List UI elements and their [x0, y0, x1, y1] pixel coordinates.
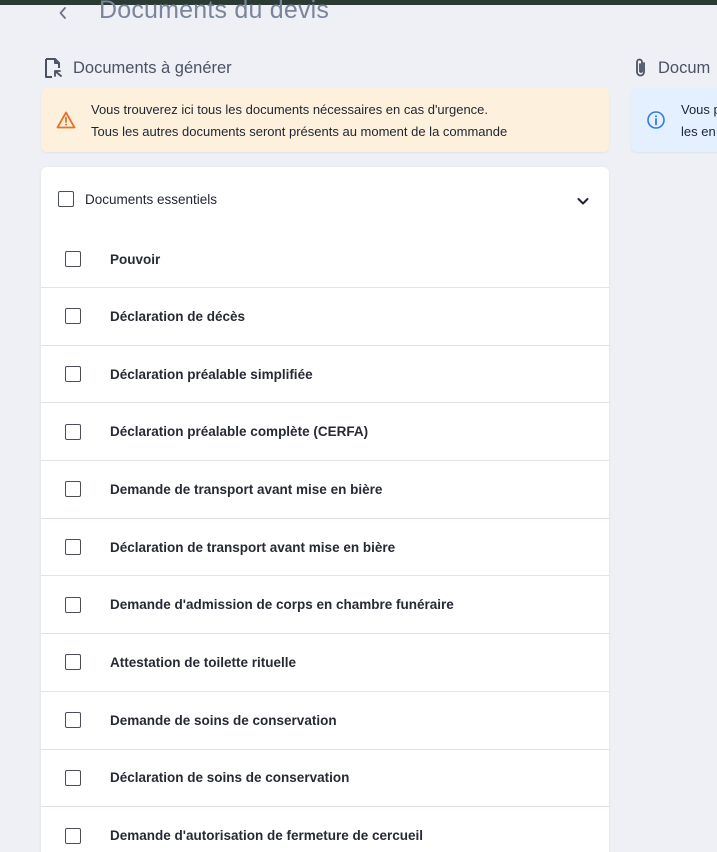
chevron-down-icon[interactable]	[575, 193, 591, 209]
document-checkbox[interactable]	[65, 251, 81, 267]
document-row[interactable]: Demande d'autorisation de fermeture de c…	[41, 807, 609, 852]
info-circle-icon	[631, 110, 681, 130]
document-label: Attestation de toilette rituelle	[110, 654, 297, 670]
document-checkbox[interactable]	[65, 596, 81, 613]
document-row[interactable]: Demande de soins de conservation	[41, 692, 609, 750]
document-row[interactable]: Attestation de toilette rituelle	[41, 634, 609, 692]
document-row[interactable]: Déclaration de transport avant mise en b…	[41, 519, 609, 577]
document-list: Pouvoir Déclaration de décès Déclaration p…	[41, 231, 609, 852]
section-title-documents-to-generate: Documents à générer	[43, 57, 232, 79]
warning-alert-line-1: Vous trouverez ici tous les documents né…	[91, 102, 489, 117]
document-row[interactable]: Demande de transport avant mise en bière	[41, 461, 609, 519]
info-alert-line-2: les en	[681, 123, 716, 139]
section-title-attached-documents: Docum	[634, 57, 710, 79]
documents-card: Documents essentiels Pouvoir Déclaration …	[41, 167, 609, 852]
group-label: Documents essentiels	[85, 191, 218, 207]
warning-alert: Vous trouverez ici tous les documents né…	[41, 88, 609, 152]
info-alert: Vous p les en	[631, 88, 717, 152]
section-title-label: Docum	[658, 58, 711, 77]
document-label: Déclaration préalable simplifiée	[110, 366, 313, 382]
document-checkbox[interactable]	[65, 827, 81, 844]
document-checkbox[interactable]	[65, 366, 81, 383]
document-row[interactable]: Déclaration de soins de conservation	[41, 750, 609, 808]
document-checkbox[interactable]	[65, 712, 81, 729]
document-label: Demande de transport avant mise en bière	[110, 481, 383, 497]
warning-alert-line-2: Tous les autres documents seront présent…	[91, 123, 508, 139]
document-generate-icon	[43, 57, 63, 79]
document-label: Déclaration de transport avant mise en b…	[110, 539, 396, 555]
document-checkbox[interactable]	[65, 539, 81, 556]
document-label: Déclaration préalable complète (CERFA)	[110, 424, 369, 440]
info-alert-line-1: Vous p	[681, 102, 717, 117]
document-row[interactable]: Déclaration préalable complète (CERFA)	[41, 403, 609, 462]
chevron-left-icon	[58, 6, 68, 20]
document-checkbox[interactable]	[65, 481, 81, 498]
document-row[interactable]: Demande d'admission de corps en chambre …	[41, 576, 609, 635]
document-label: Demande d'admission de corps en chambre …	[110, 597, 454, 613]
document-checkbox[interactable]	[65, 423, 81, 440]
document-row[interactable]: Déclaration de décès	[41, 288, 609, 346]
document-row[interactable]: Déclaration préalable simplifiée	[41, 346, 609, 404]
document-label: Demande de soins de conservation	[110, 712, 337, 728]
document-checkbox[interactable]	[65, 308, 81, 325]
back-button[interactable]	[52, 2, 74, 24]
document-label: Demande d'autorisation de fermeture de c…	[110, 828, 424, 844]
section-title-label: Documents à générer	[73, 58, 232, 77]
document-label: Pouvoir	[110, 251, 161, 267]
document-checkbox[interactable]	[65, 654, 81, 671]
document-label: Déclaration de décès	[110, 308, 246, 324]
group-header-essential-documents[interactable]: Documents essentiels	[41, 167, 609, 231]
document-checkbox[interactable]	[65, 769, 81, 786]
page-title: Documents du devis	[99, 0, 330, 24]
group-checkbox[interactable]	[58, 191, 74, 207]
paperclip-icon	[634, 57, 648, 79]
document-label: Déclaration de soins de conservation	[110, 770, 350, 786]
warning-triangle-icon	[41, 111, 91, 129]
document-row[interactable]: Pouvoir	[41, 231, 609, 288]
